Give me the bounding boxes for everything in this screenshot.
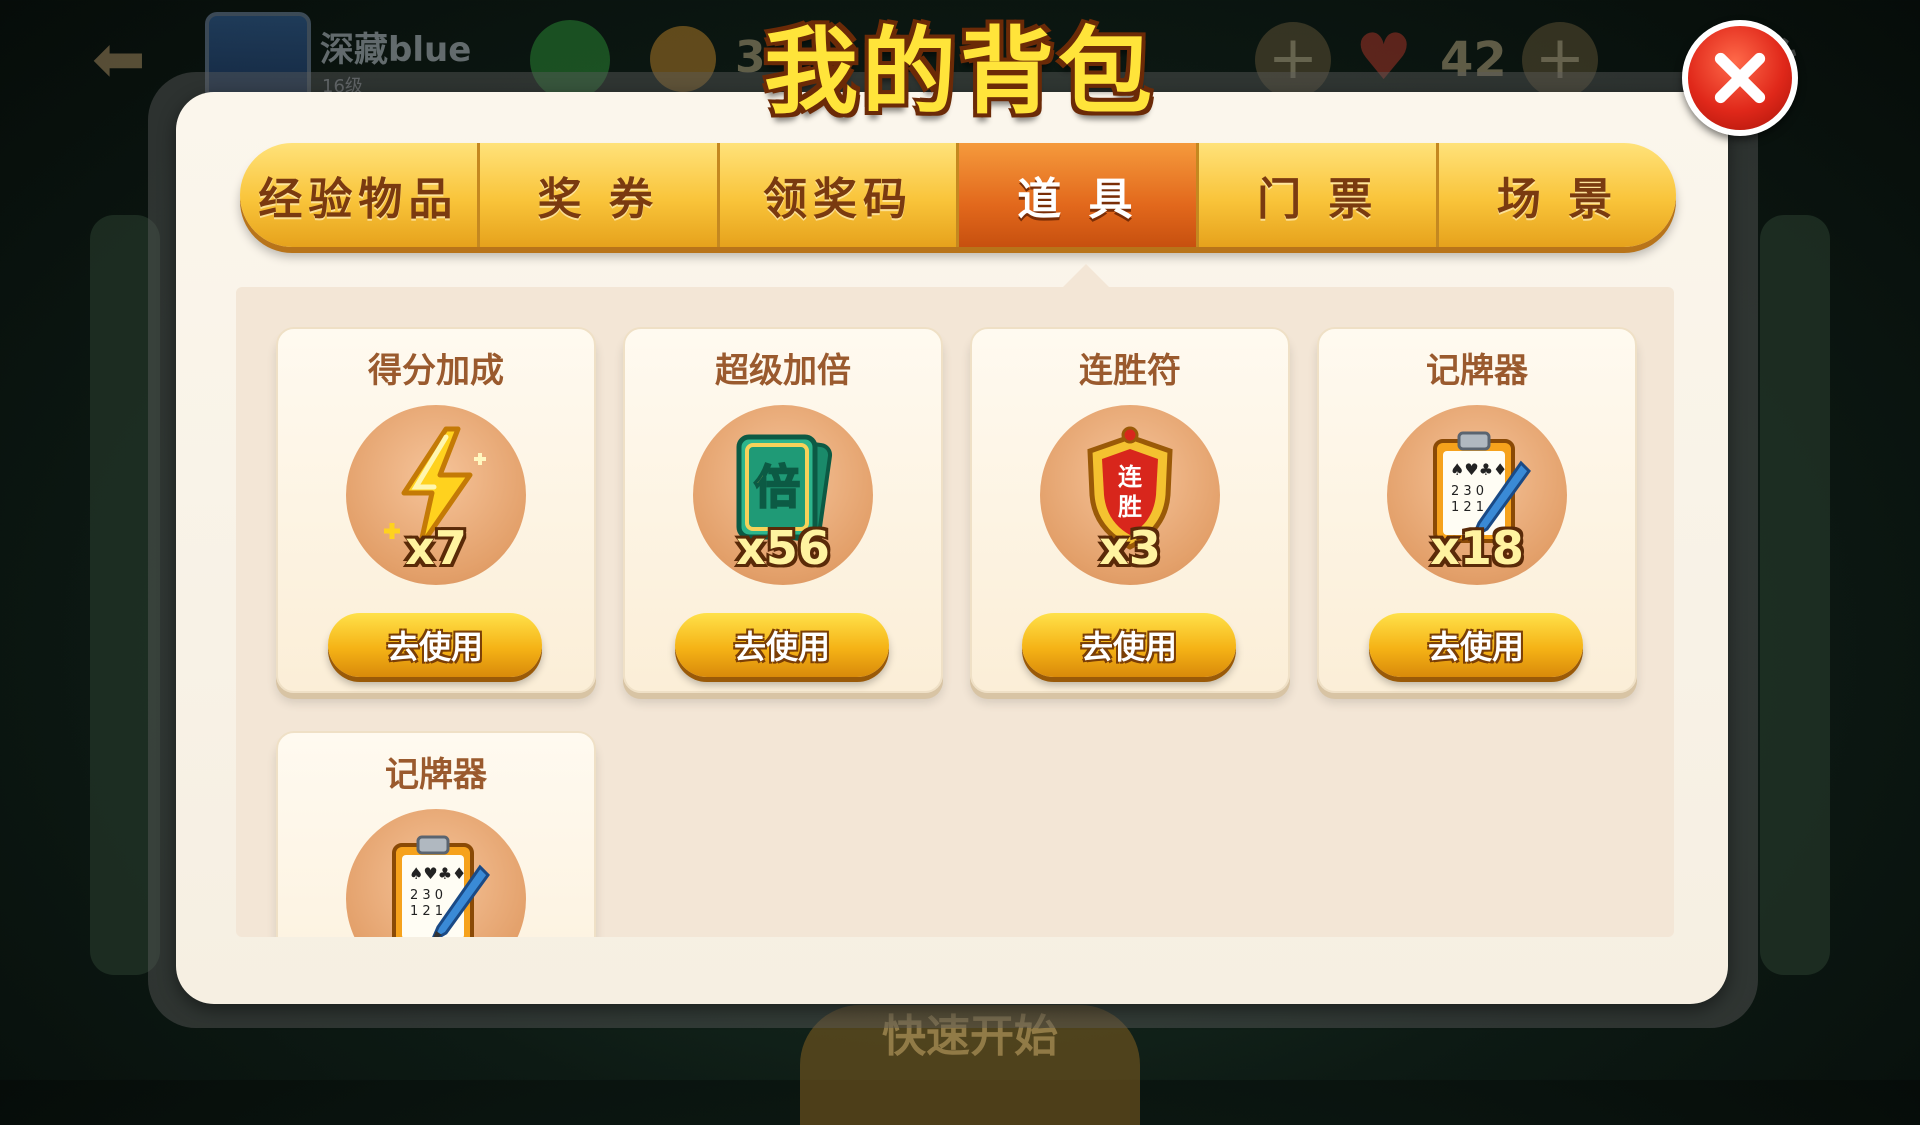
- item-card: 得分加成 x7 去使用: [276, 327, 596, 693]
- tab-scenes[interactable]: 场 景: [1439, 143, 1676, 247]
- svg-text:1 2 1: 1 2 1: [410, 904, 443, 919]
- background-right-panel: [1760, 215, 1830, 975]
- use-button[interactable]: 去使用: [1022, 613, 1236, 677]
- item-title: 记牌器: [1426, 351, 1528, 391]
- use-button[interactable]: 去使用: [675, 613, 889, 677]
- tab-prize-codes[interactable]: 领奖码: [720, 143, 960, 247]
- close-button[interactable]: [1682, 20, 1798, 136]
- item-count: x18: [1430, 521, 1524, 575]
- item-count: x3: [1099, 521, 1161, 575]
- tab-exp-items[interactable]: 经验物品: [240, 143, 480, 247]
- item-card: 记牌器 ♠♥♣♦ 2 3 0 1 2 1: [276, 731, 596, 937]
- item-count: x7: [405, 521, 467, 575]
- item-title: 得分加成: [368, 351, 504, 391]
- item-card: 超级加倍 倍 x56 去使用: [623, 327, 943, 693]
- use-button[interactable]: 去使用: [1369, 613, 1583, 677]
- item-count: x56: [736, 521, 830, 575]
- items-panel: 得分加成 x7 去使用 超级加倍 倍 x56 去使用 连胜符 连 胜 x3 去使…: [236, 287, 1674, 937]
- double-card-text: 倍: [754, 460, 800, 514]
- svg-text:2 3 0: 2 3 0: [410, 888, 443, 903]
- tab-bar: 经验物品 奖 券 领奖码 道 具 门 票 场 景: [240, 143, 1676, 247]
- svg-text:2 3 0: 2 3 0: [1451, 484, 1484, 499]
- item-card: 连胜符 连 胜 x3 去使用: [970, 327, 1290, 693]
- svg-text:1 2 1: 1 2 1: [1451, 500, 1484, 515]
- item-title: 连胜符: [1079, 351, 1181, 391]
- modal-title: 我的背包: [763, 18, 1156, 127]
- svg-text:♠♥♣♦: ♠♥♣♦: [1450, 460, 1507, 479]
- tab-tickets[interactable]: 门 票: [1199, 143, 1440, 247]
- svg-text:连: 连: [1118, 463, 1143, 491]
- tab-props[interactable]: 道 具: [959, 143, 1200, 247]
- svg-text:胜: 胜: [1118, 493, 1142, 521]
- item-title: 超级加倍: [715, 351, 851, 391]
- close-icon: [1714, 52, 1766, 104]
- item-title: 记牌器: [385, 755, 487, 795]
- item-card: 记牌器 ♠♥♣♦ 2 3 0 1 2 1 x18 去使用: [1317, 327, 1637, 693]
- use-button[interactable]: 去使用: [328, 613, 542, 677]
- card-counter-icon: ♠♥♣♦ 2 3 0 1 2 1: [346, 809, 526, 937]
- tab-vouchers[interactable]: 奖 券: [480, 143, 720, 247]
- svg-text:♠♥♣♦: ♠♥♣♦: [409, 864, 466, 883]
- active-tab-pointer: [1062, 264, 1110, 288]
